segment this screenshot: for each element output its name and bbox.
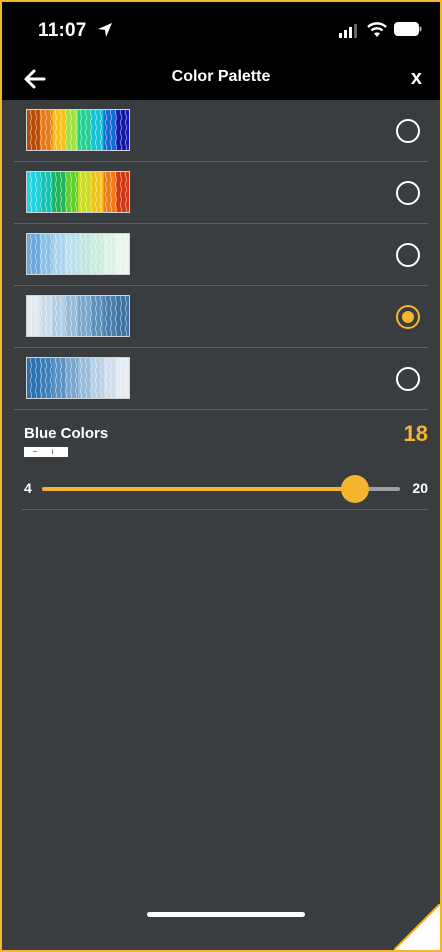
status-time: 11:07 <box>38 20 87 41</box>
battery-icon <box>394 22 422 36</box>
cellular-signal-icon <box>339 24 357 38</box>
slider-thumb[interactable] <box>341 475 370 503</box>
close-button[interactable]: x <box>411 67 422 90</box>
palette-radio[interactable] <box>396 119 420 143</box>
palette-row[interactable] <box>14 348 428 410</box>
slider-max-label: 20 <box>412 480 428 496</box>
palette-swatch <box>26 357 130 399</box>
corner-fold-icon <box>394 904 440 950</box>
slider-fill <box>42 487 356 491</box>
slider-min-label: 4 <box>24 480 32 496</box>
palette-radio[interactable] <box>396 305 420 329</box>
nav-bar: Color Palette x <box>2 58 440 100</box>
wifi-icon <box>367 22 387 37</box>
palette-swatch <box>26 109 130 151</box>
location-arrow-icon <box>98 23 112 37</box>
blue-colors-setting: Blue Colors 18 − ı + 4 20 <box>22 409 428 510</box>
palette-row[interactable] <box>14 162 428 224</box>
home-indicator <box>147 912 305 917</box>
palette-swatch <box>26 233 130 275</box>
palette-swatch <box>26 171 130 213</box>
palette-radio[interactable] <box>396 243 420 267</box>
phone-screen: 11:07 Color Palette x Blue Colors 18 − ı… <box>0 0 442 952</box>
palette-row[interactable] <box>14 100 428 162</box>
setting-value: 18 <box>403 421 428 446</box>
palette-row[interactable] <box>14 286 428 348</box>
slider-track[interactable] <box>42 475 400 503</box>
palette-swatch <box>26 295 130 337</box>
palette-radio[interactable] <box>396 367 420 391</box>
palette-list <box>2 100 440 410</box>
page-title: Color Palette <box>171 68 271 85</box>
setting-label: Blue Colors <box>24 425 109 442</box>
stepper-icon[interactable]: − ı + <box>24 447 68 466</box>
status-bar: 11:07 <box>2 2 440 58</box>
palette-radio[interactable] <box>396 181 420 205</box>
palette-row[interactable] <box>14 224 428 286</box>
